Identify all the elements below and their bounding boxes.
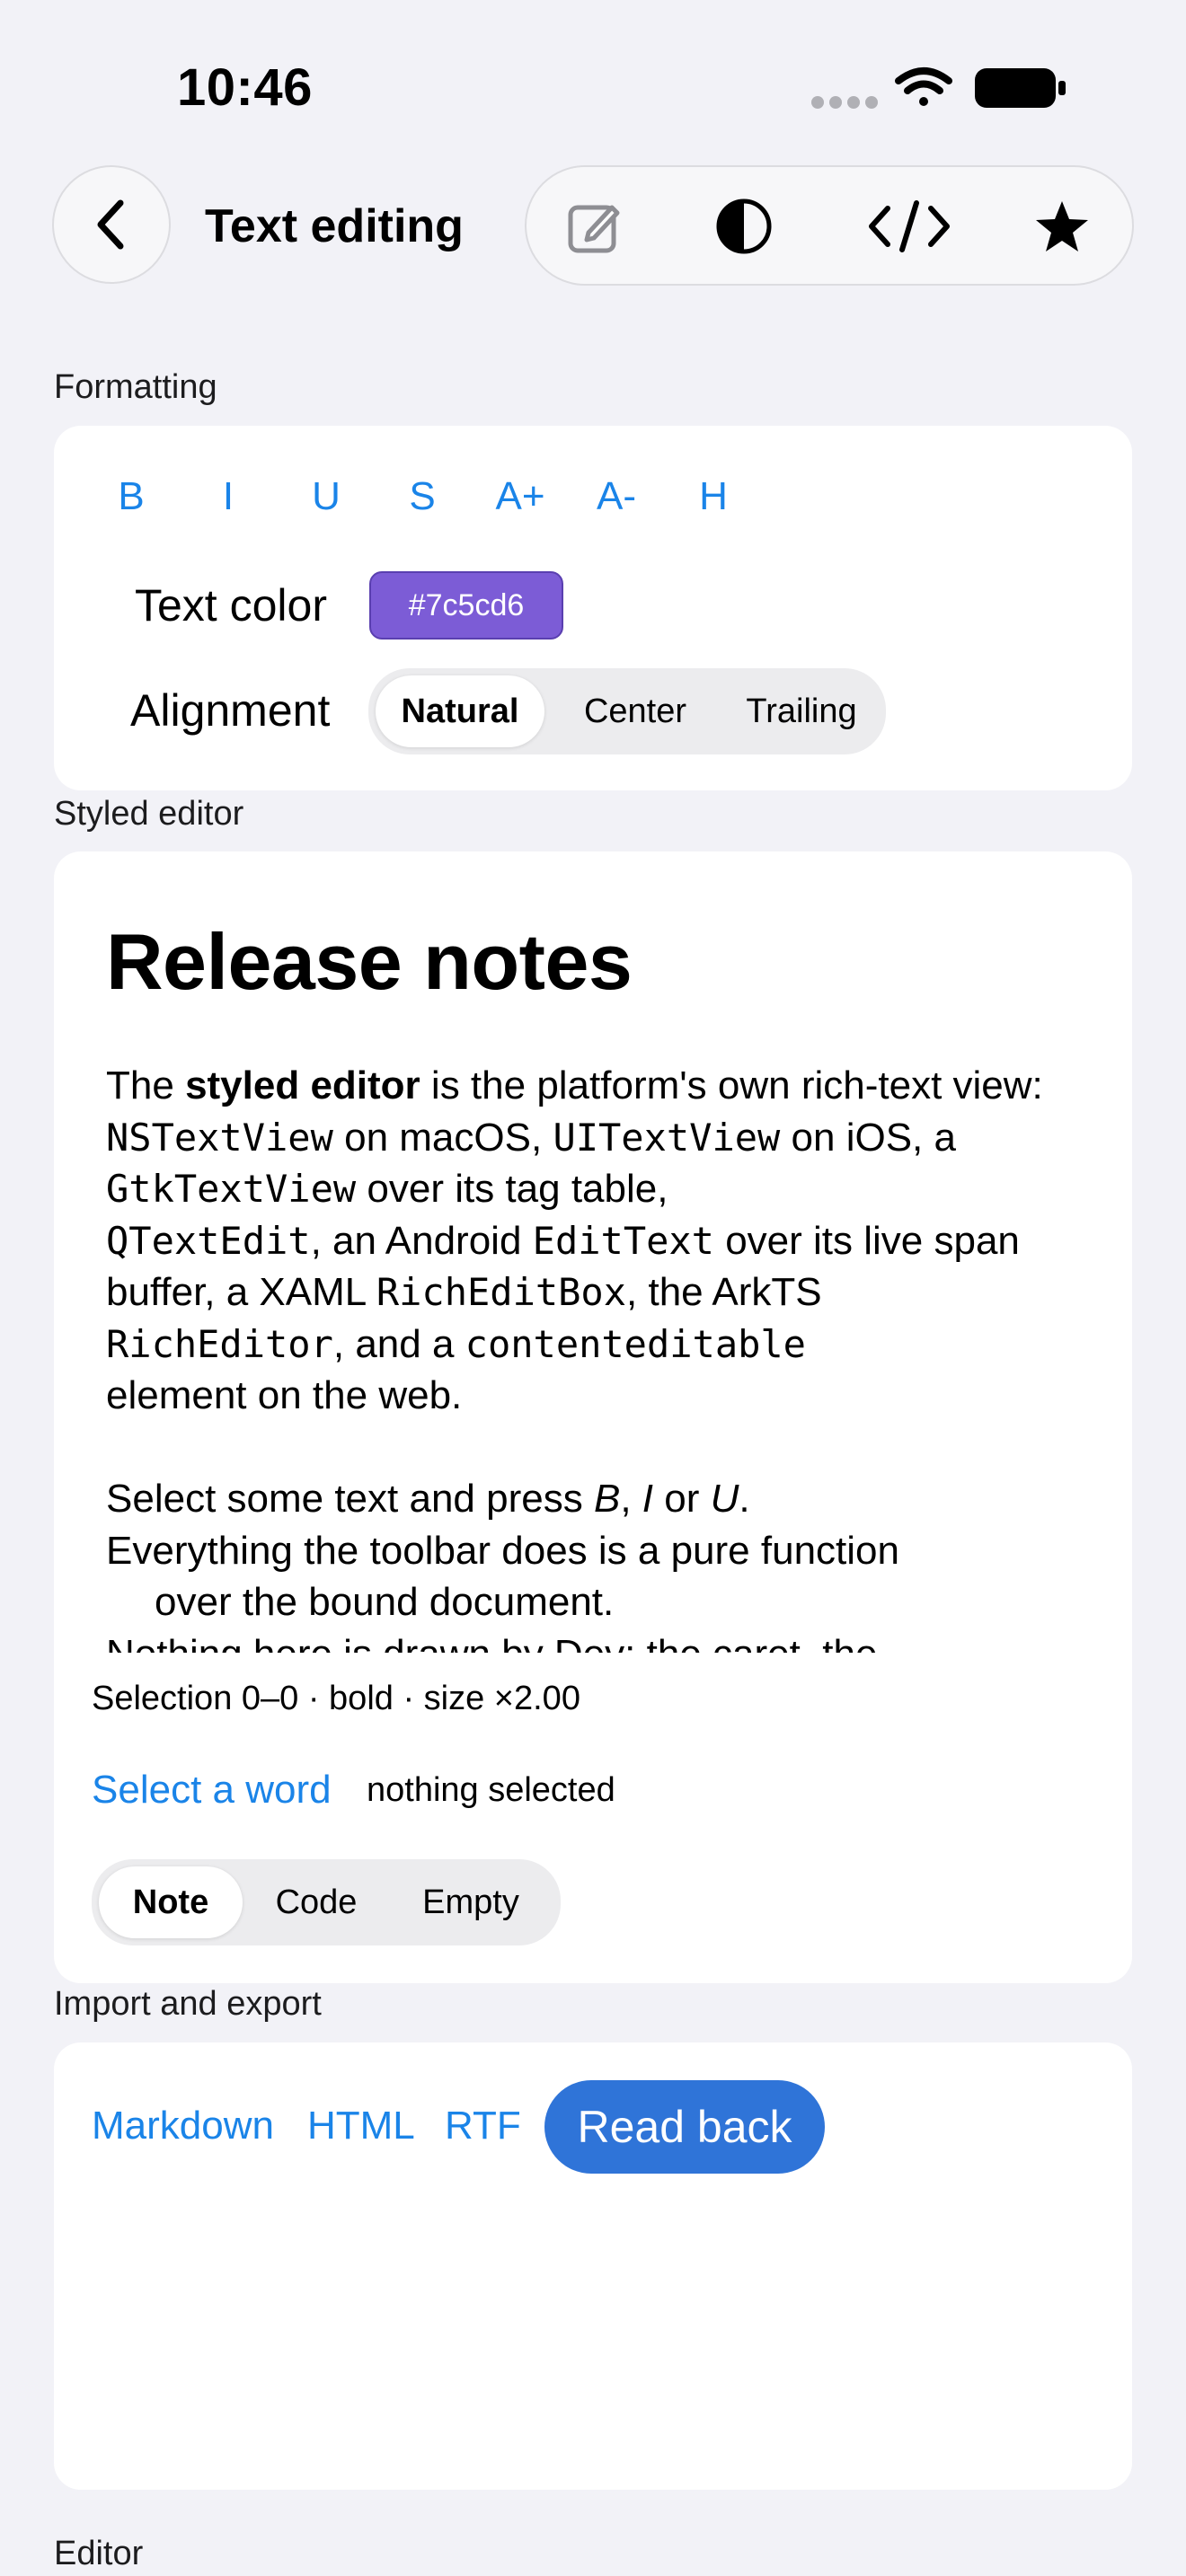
status-indicators (809, 63, 1069, 113)
rich-text-editor[interactable]: Release notes The styled editor is the p… (54, 862, 1132, 1653)
paragraph-1: The styled editor is the platform's own … (106, 1063, 1043, 1417)
section-label-formatting: Formatting (54, 368, 217, 406)
alignment-option-natural[interactable]: Natural (376, 675, 544, 747)
battery-icon (975, 68, 1066, 108)
export-html-button[interactable]: HTML (307, 2104, 415, 2148)
compose-icon[interactable] (562, 194, 627, 259)
paragraph-4-line-1: Nothing here is drawn by Dev: the caret,… (106, 1628, 1112, 1654)
export-markdown-button[interactable]: Markdown (92, 2104, 274, 2148)
code-icon[interactable] (864, 194, 954, 259)
status-time: 10:46 (177, 58, 313, 117)
decrease-size-button[interactable]: A- (597, 474, 636, 519)
alignment-segmented-control: Natural Center Trailing (368, 668, 886, 754)
read-back-button[interactable]: Read back (544, 2080, 825, 2174)
contrast-icon[interactable] (712, 194, 776, 259)
paragraph-3-line-2: over the bound document. (155, 1580, 615, 1624)
strikethrough-button[interactable]: S (409, 474, 435, 519)
wifi-icon (895, 67, 952, 106)
select-word-button[interactable]: Select a word (92, 1768, 332, 1813)
sample-option-code[interactable]: Code (246, 1859, 386, 1945)
sample-option-note[interactable]: Note (99, 1866, 243, 1938)
sample-option-empty[interactable]: Empty (386, 1859, 555, 1945)
italic-button[interactable]: I (223, 474, 234, 519)
selection-text-readout: nothing selected (367, 1771, 615, 1809)
document-heading: Release notes (106, 917, 633, 1006)
bold-button[interactable]: B (118, 474, 144, 519)
document-body: The styled editor is the platform's own … (106, 1060, 1112, 1653)
back-button[interactable] (52, 165, 171, 284)
export-rtf-button[interactable]: RTF (445, 2104, 521, 2148)
text-color-label: Text color (135, 580, 327, 631)
text-color-picker[interactable]: #7c5cd6 (369, 571, 563, 640)
paragraph-3-line-1: Everything the toolbar does is a pure fu… (106, 1528, 899, 1573)
section-label-import-export: Import and export (54, 1985, 322, 2023)
section-label-styled-editor: Styled editor (54, 795, 244, 833)
toolbar (525, 165, 1134, 286)
increase-size-button[interactable]: A+ (495, 474, 544, 519)
heading-button[interactable]: H (699, 474, 728, 519)
underline-button[interactable]: U (312, 474, 341, 519)
alignment-option-center[interactable]: Center (548, 668, 722, 754)
page-title: Text editing (205, 200, 464, 252)
sample-document-segmented-control: Note Code Empty (92, 1859, 561, 1945)
alignment-option-trailing[interactable]: Trailing (722, 668, 881, 754)
cellular-icon (811, 96, 878, 109)
paragraph-2: Select some text and press B, I or U. (106, 1477, 750, 1521)
chevron-left-icon (97, 199, 124, 250)
section-label-editor: Editor (54, 2535, 144, 2572)
selection-status: Selection 0–0 · bold · size ×2.00 (92, 1680, 580, 1717)
star-icon[interactable] (1030, 194, 1094, 259)
alignment-label: Alignment (130, 685, 331, 736)
